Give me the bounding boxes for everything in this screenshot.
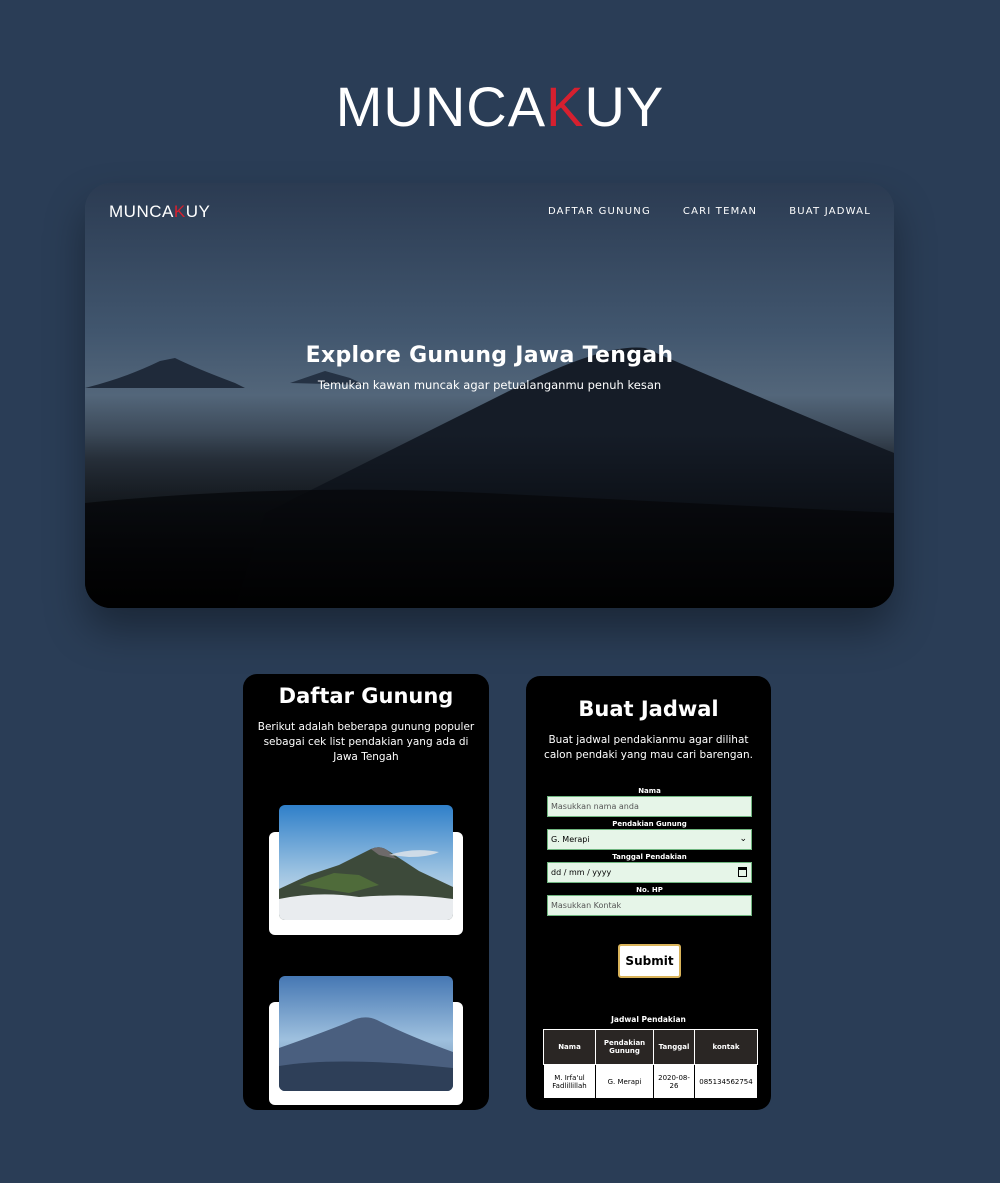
- hero-logo-highlight: K: [173, 202, 186, 221]
- schedule-form: Nama Masukkan nama anda Pendakian Gunung…: [547, 786, 752, 918]
- nav-cari-teman[interactable]: CARI TEMAN: [683, 206, 757, 217]
- nama-input[interactable]: Masukkan nama anda: [547, 796, 752, 817]
- tanggal-placeholder: dd / mm / yyyy: [551, 868, 612, 877]
- daftar-gunung-card: Daftar Gunung Berikut adalah beberapa gu…: [243, 674, 489, 1110]
- submit-button[interactable]: Submit: [618, 944, 681, 978]
- tanggal-input[interactable]: dd / mm / yyyy: [547, 862, 752, 883]
- brand-logo-highlight: K: [546, 75, 585, 138]
- gunung-select[interactable]: G. Merapi ⌄: [547, 829, 752, 850]
- column-header-nama: Nama: [543, 1029, 596, 1065]
- cell-kontak: 085134562754: [694, 1064, 758, 1099]
- column-header-tanggal: Tanggal: [653, 1029, 695, 1065]
- hero-logo[interactable]: MUNCAKUY: [109, 202, 210, 222]
- jadwal-table: Nama Pendakian Gunung Tanggal kontak M. …: [543, 1029, 758, 1099]
- gunung-select-value: G. Merapi: [551, 835, 590, 844]
- column-header-kontak: kontak: [694, 1029, 758, 1065]
- mountain-background-image: [85, 183, 894, 608]
- buat-jadwal-card: Buat Jadwal Buat jadwal pendakianmu agar…: [526, 676, 771, 1110]
- chevron-down-icon: ⌄: [739, 834, 747, 844]
- calendar-icon[interactable]: [738, 867, 747, 877]
- tanggal-label: Tanggal Pendakian: [612, 853, 687, 861]
- brand-logo: MUNCAKUY: [0, 74, 1000, 139]
- nav-daftar-gunung[interactable]: DAFTAR GUNUNG: [548, 206, 651, 217]
- hp-label: No. HP: [636, 886, 663, 894]
- nama-label: Nama: [638, 787, 661, 795]
- hero-logo-prefix: MUNCA: [109, 202, 174, 221]
- jadwal-table-title: Jadwal Pendakian: [611, 1015, 686, 1024]
- hp-input[interactable]: Masukkan Kontak: [547, 895, 752, 916]
- hero-title: Explore Gunung Jawa Tengah: [305, 343, 674, 368]
- table-header-row: Nama Pendakian Gunung Tanggal kontak: [543, 1029, 758, 1065]
- hero-subtitle: Temukan kawan muncak agar petualanganmu …: [317, 378, 662, 392]
- brand-logo-prefix: MUNCA: [335, 75, 547, 138]
- buat-jadwal-title: Buat Jadwal: [578, 697, 719, 721]
- hero-logo-suffix: UY: [185, 202, 211, 221]
- cell-tanggal: 2020-08-26: [653, 1064, 695, 1099]
- gunung-label: Pendakian Gunung: [612, 820, 687, 828]
- column-header-gunung: Pendakian Gunung: [595, 1029, 654, 1065]
- cell-gunung: G. Merapi: [595, 1064, 654, 1099]
- daftar-gunung-title: Daftar Gunung: [278, 684, 454, 708]
- daftar-gunung-description: Berikut adalah beberapa gunung populer s…: [257, 721, 475, 763]
- mountain-image-merbabu[interactable]: [279, 976, 453, 1091]
- table-row: M. Irfa'ul Fadlillillah G. Merapi 2020-0…: [543, 1064, 758, 1099]
- brand-logo-suffix: UY: [584, 75, 665, 138]
- hero-section: MUNCAKUY DAFTAR GUNUNG CARI TEMAN BUAT J…: [85, 183, 894, 608]
- mountain-image-merapi[interactable]: [279, 805, 453, 920]
- cell-nama: M. Irfa'ul Fadlillillah: [543, 1064, 596, 1099]
- main-nav: DAFTAR GUNUNG CARI TEMAN BUAT JADWAL: [548, 206, 871, 217]
- buat-jadwal-description: Buat jadwal pendakianmu agar dilihat cal…: [544, 734, 753, 761]
- nav-buat-jadwal[interactable]: BUAT JADWAL: [789, 206, 871, 217]
